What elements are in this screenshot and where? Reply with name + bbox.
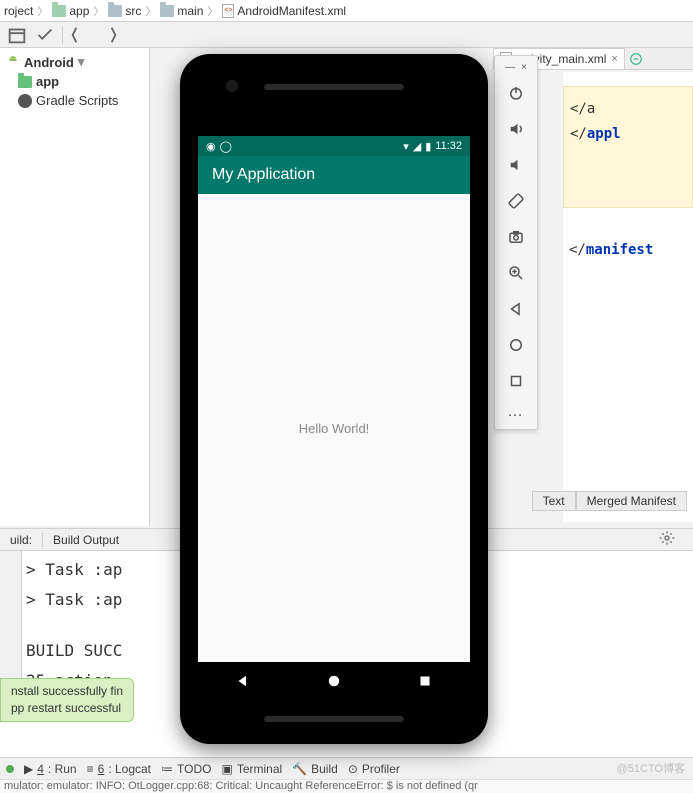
todo-tool[interactable]: ≔ TODO bbox=[161, 762, 211, 776]
toolbar-button[interactable] bbox=[6, 24, 28, 46]
tree-item-label: Gradle Scripts bbox=[36, 93, 118, 108]
rotate-button[interactable] bbox=[498, 183, 534, 219]
status-line: mulator: emulator: INFO: OtLogger.cpp:68… bbox=[0, 779, 693, 793]
breadcrumb-item[interactable]: app bbox=[52, 4, 89, 18]
emulator-device: ◉ ◯ ▾ ◢ ▮ 11:32 My Application Hello Wor… bbox=[180, 54, 488, 744]
nav-recent[interactable] bbox=[416, 672, 434, 693]
zoom-button[interactable] bbox=[498, 255, 534, 291]
android-app-bar: My Application bbox=[198, 156, 470, 194]
separator bbox=[62, 26, 63, 44]
editor-mode-tabs: Text Merged Manifest bbox=[532, 490, 687, 510]
xml-file-icon: <> bbox=[222, 4, 234, 18]
run-tool[interactable]: ▶ 4: Run bbox=[24, 762, 77, 776]
breadcrumb-item[interactable]: src bbox=[108, 4, 141, 18]
toolbar-button[interactable] bbox=[34, 24, 56, 46]
tree-item-gradle[interactable]: Gradle Scripts bbox=[0, 91, 149, 110]
main-toolbar bbox=[0, 22, 693, 48]
wifi-icon: ▾ bbox=[403, 140, 409, 153]
toast-line: nstall successfully fin bbox=[11, 683, 123, 700]
chevron-right-icon: 〉 bbox=[93, 3, 104, 19]
code-editor[interactable]: </a </appl </manifest bbox=[563, 72, 693, 522]
phone-speaker bbox=[264, 716, 404, 722]
dropdown-icon[interactable]: ▾ bbox=[78, 54, 85, 70]
code-line: </a bbox=[570, 97, 686, 122]
close-button[interactable]: × bbox=[521, 62, 527, 73]
android-status-bar: ◉ ◯ ▾ ◢ ▮ 11:32 bbox=[198, 136, 470, 156]
phone-speaker bbox=[264, 84, 404, 90]
toolbar-button[interactable] bbox=[97, 24, 119, 46]
chevron-right-icon: 〉 bbox=[37, 3, 48, 19]
close-icon[interactable]: × bbox=[611, 53, 617, 65]
android-icon bbox=[6, 55, 20, 69]
toast-line: pp restart successful bbox=[11, 700, 123, 717]
build-tool[interactable]: 🔨 Build bbox=[292, 762, 338, 776]
status-icon: ◯ bbox=[220, 140, 232, 153]
breadcrumb-item[interactable]: main bbox=[160, 4, 203, 18]
minimize-button[interactable]: — bbox=[505, 62, 515, 73]
sidebar-header-label: Android bbox=[24, 55, 74, 70]
tree-item-app[interactable]: app bbox=[0, 72, 149, 91]
folder-icon bbox=[108, 5, 122, 17]
screenshot-button[interactable] bbox=[498, 219, 534, 255]
status-icon: ◉ bbox=[206, 140, 216, 153]
emulator-titlebar: — × bbox=[505, 60, 527, 75]
tree-item-label: app bbox=[36, 74, 59, 89]
tab-merged-manifest[interactable]: Merged Manifest bbox=[576, 491, 687, 511]
settings-icon[interactable] bbox=[649, 530, 685, 549]
module-icon bbox=[52, 5, 66, 17]
signal-icon: ◢ bbox=[413, 140, 421, 153]
sidebar-header[interactable]: Android ▾ bbox=[0, 52, 149, 72]
breadcrumb-item[interactable]: <>AndroidManifest.xml bbox=[222, 4, 346, 18]
phone-screen[interactable]: ◉ ◯ ▾ ◢ ▮ 11:32 My Application Hello Wor… bbox=[198, 136, 470, 662]
chevron-right-icon: 〉 bbox=[207, 3, 218, 19]
app-content: Hello World! bbox=[198, 194, 470, 662]
bottom-toolbar: ▶ 4: Run ≡ 6: Logcat ≔ TODO ▣ Terminal 🔨… bbox=[0, 757, 693, 779]
gradle-icon bbox=[18, 94, 32, 108]
emulator-toolbar: — × … bbox=[494, 55, 538, 430]
build-tab[interactable]: Build Output bbox=[42, 533, 129, 547]
breadcrumb-item[interactable]: roject bbox=[4, 4, 33, 18]
tab-overflow[interactable] bbox=[625, 48, 647, 69]
code-line: </appl bbox=[570, 122, 686, 147]
profiler-tool[interactable]: ⊙ Profiler bbox=[348, 762, 400, 776]
overview-button[interactable] bbox=[498, 363, 534, 399]
nav-home[interactable] bbox=[325, 672, 343, 693]
tab-text[interactable]: Text bbox=[532, 491, 576, 511]
status-indicator bbox=[6, 765, 14, 773]
breadcrumb: roject 〉 app 〉 src 〉 main 〉 <>AndroidMan… bbox=[0, 0, 693, 22]
nav-back[interactable] bbox=[234, 672, 252, 693]
volume-down-button[interactable] bbox=[498, 147, 534, 183]
phone-camera bbox=[226, 80, 238, 92]
build-label: uild: bbox=[0, 533, 42, 547]
status-time: 11:32 bbox=[435, 140, 462, 152]
more-button[interactable]: … bbox=[507, 399, 525, 425]
notification-toast[interactable]: nstall successfully fin pp restart succe… bbox=[0, 678, 134, 722]
android-nav-bar bbox=[198, 662, 470, 702]
project-sidebar: Android ▾ app Gradle Scripts bbox=[0, 48, 150, 526]
battery-icon: ▮ bbox=[425, 140, 431, 153]
back-button[interactable] bbox=[498, 291, 534, 327]
logcat-tool[interactable]: ≡ 6: Logcat bbox=[87, 762, 151, 776]
chevron-right-icon: 〉 bbox=[145, 3, 156, 19]
module-folder-icon bbox=[18, 76, 32, 88]
power-button[interactable] bbox=[498, 75, 534, 111]
terminal-tool[interactable]: ▣ Terminal bbox=[221, 762, 282, 776]
folder-icon bbox=[160, 5, 174, 17]
volume-up-button[interactable] bbox=[498, 111, 534, 147]
hello-text: Hello World! bbox=[299, 421, 370, 436]
code-line: </manifest bbox=[563, 238, 693, 263]
home-button[interactable] bbox=[498, 327, 534, 363]
app-title: My Application bbox=[212, 166, 315, 184]
toolbar-button[interactable] bbox=[69, 24, 91, 46]
watermark: @51CTO博客 bbox=[617, 760, 685, 776]
